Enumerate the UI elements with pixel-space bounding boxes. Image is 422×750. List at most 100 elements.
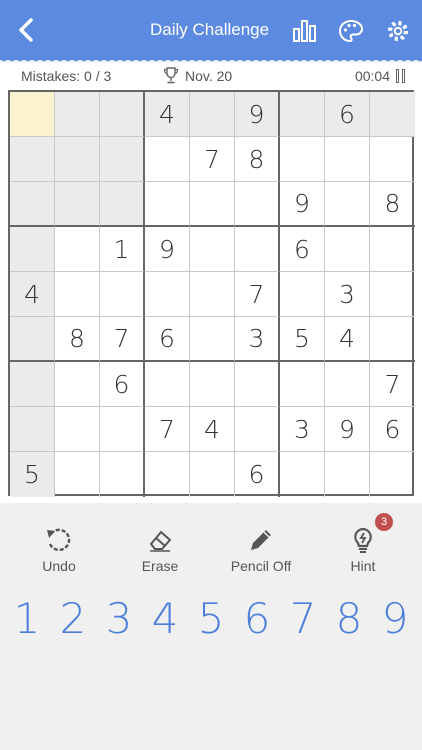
sudoku-cell[interactable]: 6 (370, 407, 415, 452)
sudoku-cell[interactable]: 8 (370, 182, 415, 227)
sudoku-cell[interactable] (280, 272, 325, 317)
numpad-key[interactable]: 8 (326, 594, 372, 650)
hint-button[interactable]: Hint (318, 526, 408, 574)
sudoku-cell[interactable]: 4 (325, 317, 370, 362)
sudoku-cell[interactable]: 7 (370, 362, 415, 407)
sudoku-cell[interactable] (235, 362, 280, 407)
sudoku-cell[interactable] (325, 182, 370, 227)
sudoku-cell[interactable] (10, 137, 55, 182)
sudoku-cell[interactable]: 7 (190, 137, 235, 182)
sudoku-cell[interactable] (190, 452, 235, 497)
sudoku-cell[interactable] (235, 407, 280, 452)
sudoku-cell[interactable] (55, 272, 100, 317)
sudoku-cell[interactable] (55, 407, 100, 452)
sudoku-cell[interactable]: 3 (235, 317, 280, 362)
sudoku-cell[interactable] (100, 407, 145, 452)
sudoku-cell[interactable]: 3 (280, 407, 325, 452)
sudoku-cell[interactable] (145, 182, 190, 227)
sudoku-cell[interactable]: 4 (10, 272, 55, 317)
sudoku-cell[interactable]: 6 (145, 317, 190, 362)
numpad-key[interactable]: 6 (234, 594, 280, 650)
sudoku-cell[interactable] (235, 227, 280, 272)
sudoku-cell[interactable] (190, 317, 235, 362)
sudoku-cell[interactable] (55, 137, 100, 182)
sudoku-cell[interactable] (100, 272, 145, 317)
lightbulb-icon (354, 527, 372, 553)
sudoku-cell[interactable] (100, 137, 145, 182)
sudoku-cell[interactable] (190, 272, 235, 317)
sudoku-cell[interactable]: 9 (325, 407, 370, 452)
sudoku-cell[interactable] (55, 182, 100, 227)
sudoku-cell[interactable] (145, 362, 190, 407)
sudoku-cell[interactable]: 6 (235, 452, 280, 497)
sudoku-cell[interactable]: 8 (55, 317, 100, 362)
sudoku-cell[interactable]: 6 (280, 227, 325, 272)
sudoku-cell[interactable] (325, 362, 370, 407)
sudoku-cell[interactable] (100, 452, 145, 497)
sudoku-cell[interactable] (100, 92, 145, 137)
sudoku-cell[interactable] (190, 362, 235, 407)
sudoku-cell[interactable]: 6 (100, 362, 145, 407)
sudoku-cell[interactable] (55, 92, 100, 137)
sudoku-cell[interactable] (370, 452, 415, 497)
sudoku-cell[interactable]: 9 (280, 182, 325, 227)
sudoku-cell[interactable] (280, 362, 325, 407)
sudoku-cell[interactable]: 5 (10, 452, 55, 497)
sudoku-cell[interactable] (10, 182, 55, 227)
numpad-key[interactable]: 2 (50, 594, 96, 650)
sudoku-cell[interactable] (190, 227, 235, 272)
sudoku-cell[interactable] (10, 227, 55, 272)
theme-button[interactable] (338, 18, 364, 44)
sudoku-cell[interactable]: 9 (235, 92, 280, 137)
sudoku-cell[interactable] (55, 452, 100, 497)
sudoku-cell[interactable] (280, 92, 325, 137)
sudoku-cell[interactable]: 7 (235, 272, 280, 317)
sudoku-cell[interactable] (55, 362, 100, 407)
sudoku-cell[interactable]: 5 (280, 317, 325, 362)
sudoku-cell[interactable] (190, 92, 235, 137)
sudoku-cell[interactable]: 6 (325, 92, 370, 137)
numpad-key[interactable]: 7 (280, 594, 326, 650)
numpad-key[interactable]: 5 (188, 594, 234, 650)
sudoku-cell[interactable]: 7 (145, 407, 190, 452)
numpad-key[interactable]: 4 (142, 594, 188, 650)
sudoku-cell[interactable]: 7 (100, 317, 145, 362)
sudoku-cell[interactable]: 4 (145, 92, 190, 137)
sudoku-cell[interactable] (145, 272, 190, 317)
sudoku-cell[interactable] (370, 272, 415, 317)
sudoku-cell[interactable]: 9 (145, 227, 190, 272)
sudoku-cell[interactable] (145, 452, 190, 497)
numpad-key[interactable]: 3 (96, 594, 142, 650)
sudoku-cell[interactable] (280, 452, 325, 497)
sudoku-cell[interactable] (235, 182, 280, 227)
sudoku-cell[interactable] (325, 452, 370, 497)
numpad-key[interactable]: 1 (4, 594, 50, 650)
undo-button[interactable]: Undo (14, 526, 104, 574)
sudoku-cell[interactable] (370, 227, 415, 272)
sudoku-cell[interactable] (55, 227, 100, 272)
sudoku-cell[interactable] (10, 362, 55, 407)
sudoku-cell[interactable]: 3 (325, 272, 370, 317)
sudoku-cell[interactable] (370, 137, 415, 182)
sudoku-cell[interactable] (100, 182, 145, 227)
back-button[interactable] (14, 16, 40, 44)
sudoku-cell[interactable] (280, 137, 325, 182)
sudoku-cell[interactable]: 8 (235, 137, 280, 182)
sudoku-cell[interactable] (190, 182, 235, 227)
sudoku-cell[interactable] (10, 407, 55, 452)
pencil-button[interactable]: Pencil Off (216, 526, 306, 574)
erase-button[interactable]: Erase (115, 526, 205, 574)
numpad-key[interactable]: 9 (372, 594, 418, 650)
stats-button[interactable] (292, 18, 318, 44)
sudoku-cell[interactable] (370, 92, 415, 137)
sudoku-cell[interactable] (10, 317, 55, 362)
sudoku-cell[interactable] (325, 227, 370, 272)
sudoku-cell[interactable] (370, 317, 415, 362)
settings-button[interactable] (385, 18, 411, 44)
sudoku-cell[interactable]: 4 (190, 407, 235, 452)
sudoku-cell[interactable]: 1 (100, 227, 145, 272)
pause-icon[interactable] (396, 69, 408, 83)
sudoku-cell[interactable] (325, 137, 370, 182)
sudoku-cell[interactable] (10, 92, 55, 137)
sudoku-cell[interactable] (145, 137, 190, 182)
